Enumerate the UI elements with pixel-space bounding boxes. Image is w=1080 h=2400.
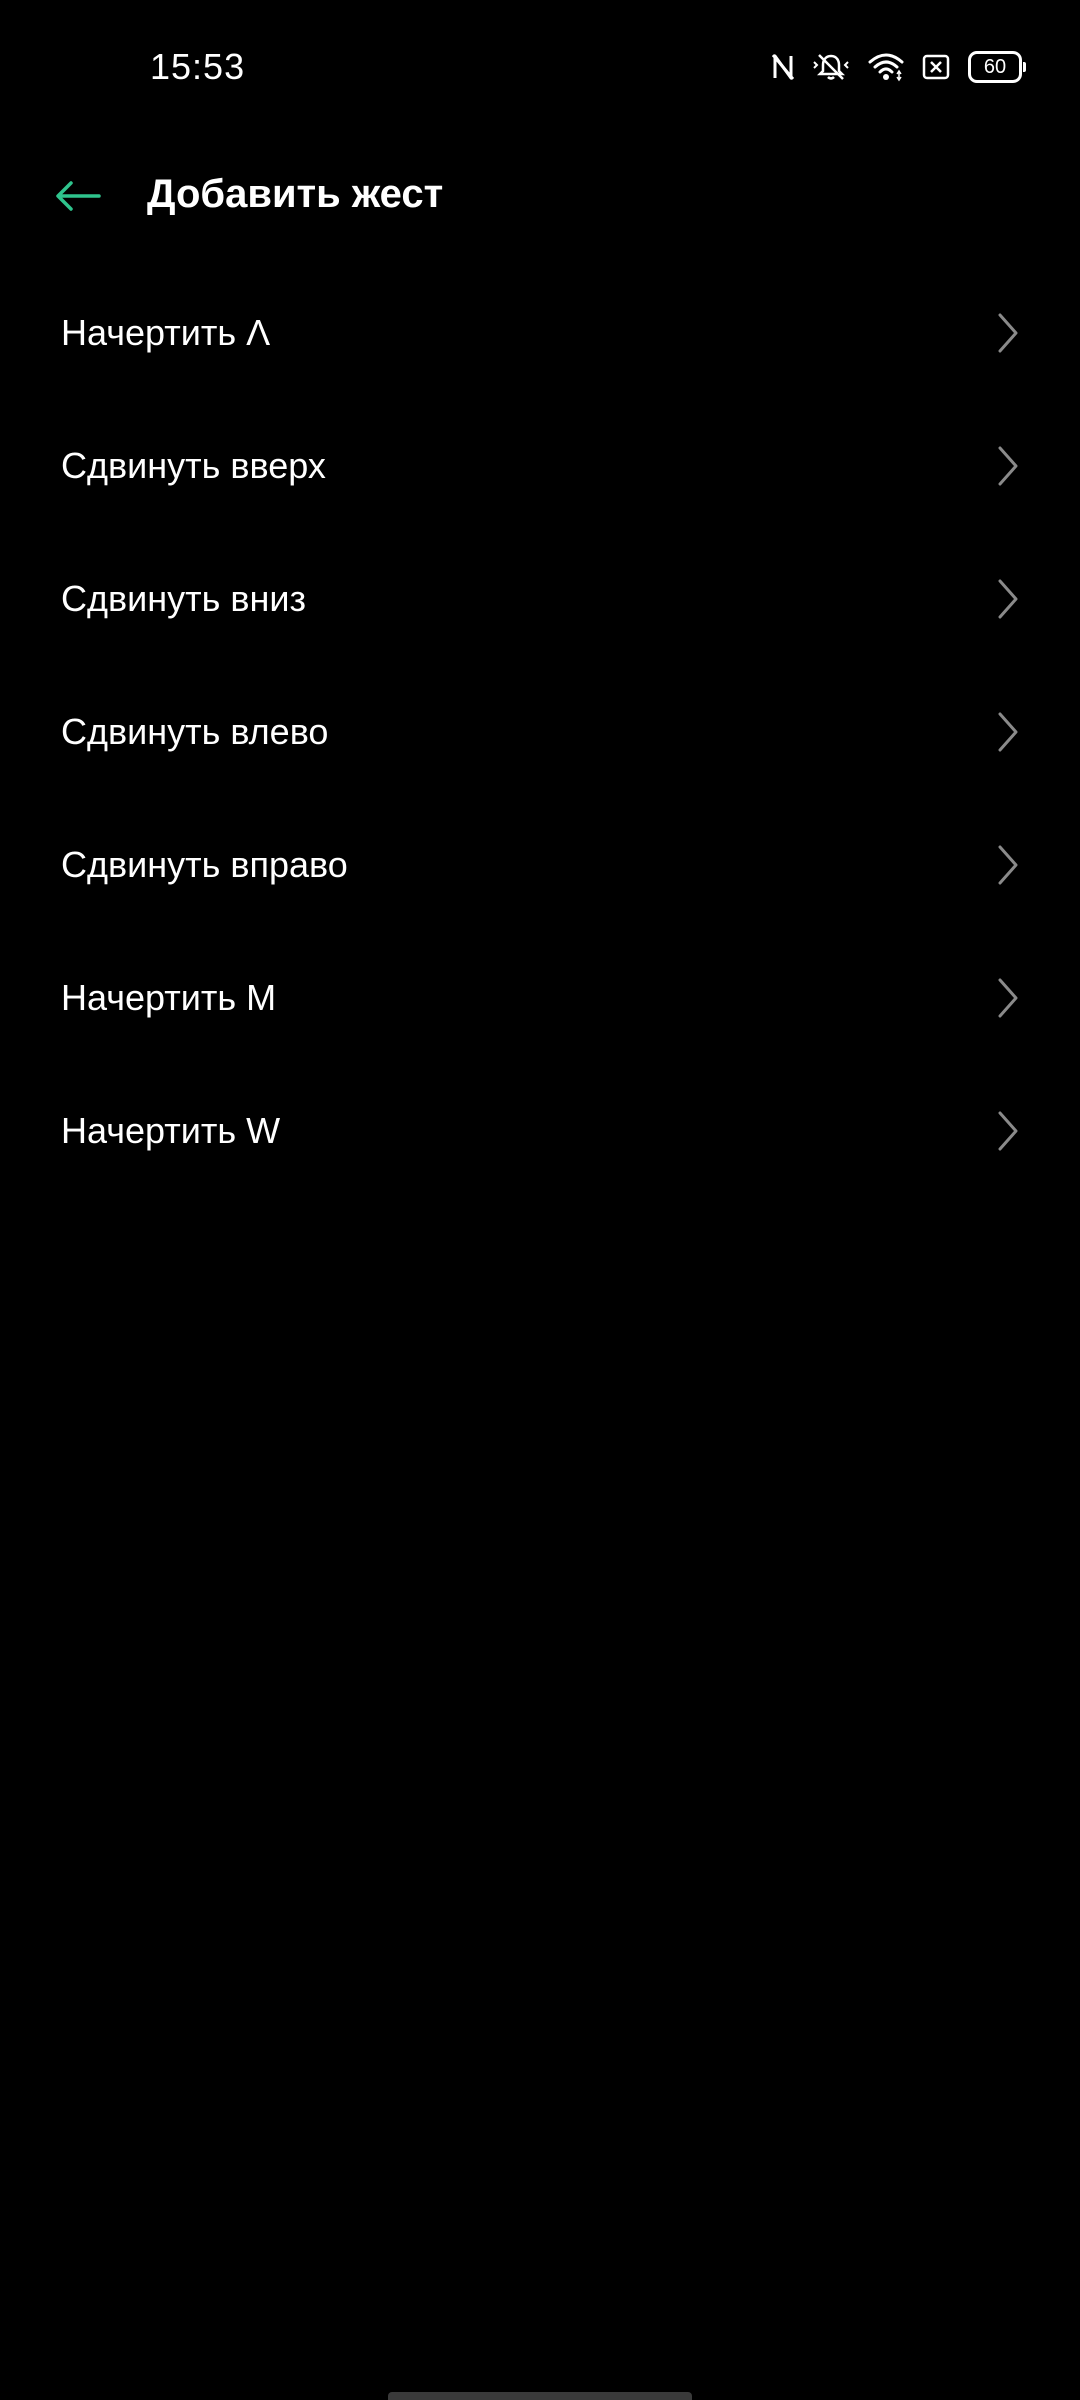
gesture-label: Начертить M — [61, 976, 277, 1018]
gesture-item-swipe-down[interactable]: Сдвинуть вниз — [0, 532, 1080, 665]
wifi-icon — [868, 52, 904, 82]
gesture-label: Начертить Λ — [61, 311, 271, 353]
gesture-label: Сдвинуть вправо — [61, 843, 348, 885]
chevron-right-icon — [994, 976, 1022, 1020]
back-button[interactable] — [50, 170, 106, 226]
silent-bell-icon — [812, 52, 850, 82]
battery-level: 60 — [983, 55, 1007, 78]
chevron-right-icon — [994, 1109, 1022, 1153]
page-title: Добавить жест — [147, 172, 444, 216]
gesture-label: Сдвинуть вверх — [61, 444, 326, 486]
sim-icon — [922, 54, 950, 80]
gesture-item-draw-m[interactable]: Начертить M — [0, 931, 1080, 1064]
gesture-item-swipe-up[interactable]: Сдвинуть вверх — [0, 399, 1080, 532]
home-indicator[interactable] — [388, 2392, 692, 2400]
chevron-right-icon — [994, 311, 1022, 355]
app-header: Добавить жест — [0, 150, 1080, 244]
gesture-label: Сдвинуть влево — [61, 710, 329, 752]
status-icons: 60 — [772, 50, 1026, 84]
gesture-label: Сдвинуть вниз — [61, 577, 306, 619]
gesture-item-swipe-left[interactable]: Сдвинуть влево — [0, 665, 1080, 798]
status-bar: 15:53 60 — [0, 0, 1080, 136]
gesture-item-swipe-right[interactable]: Сдвинуть вправо — [0, 798, 1080, 931]
battery-icon: 60 — [968, 51, 1026, 83]
chevron-right-icon — [994, 444, 1022, 488]
gesture-item-draw-w[interactable]: Начертить W — [0, 1064, 1080, 1197]
nfc-icon — [772, 53, 794, 81]
gesture-list: Начертить Λ Сдвинуть вверх Сдвинуть вниз… — [0, 266, 1080, 1197]
gesture-item-draw-lambda[interactable]: Начертить Λ — [0, 266, 1080, 399]
chevron-right-icon — [994, 843, 1022, 887]
chevron-right-icon — [994, 710, 1022, 754]
status-time: 15:53 — [150, 46, 246, 87]
gesture-label: Начертить W — [61, 1109, 281, 1151]
arrow-left-icon — [55, 180, 101, 217]
chevron-right-icon — [994, 577, 1022, 621]
